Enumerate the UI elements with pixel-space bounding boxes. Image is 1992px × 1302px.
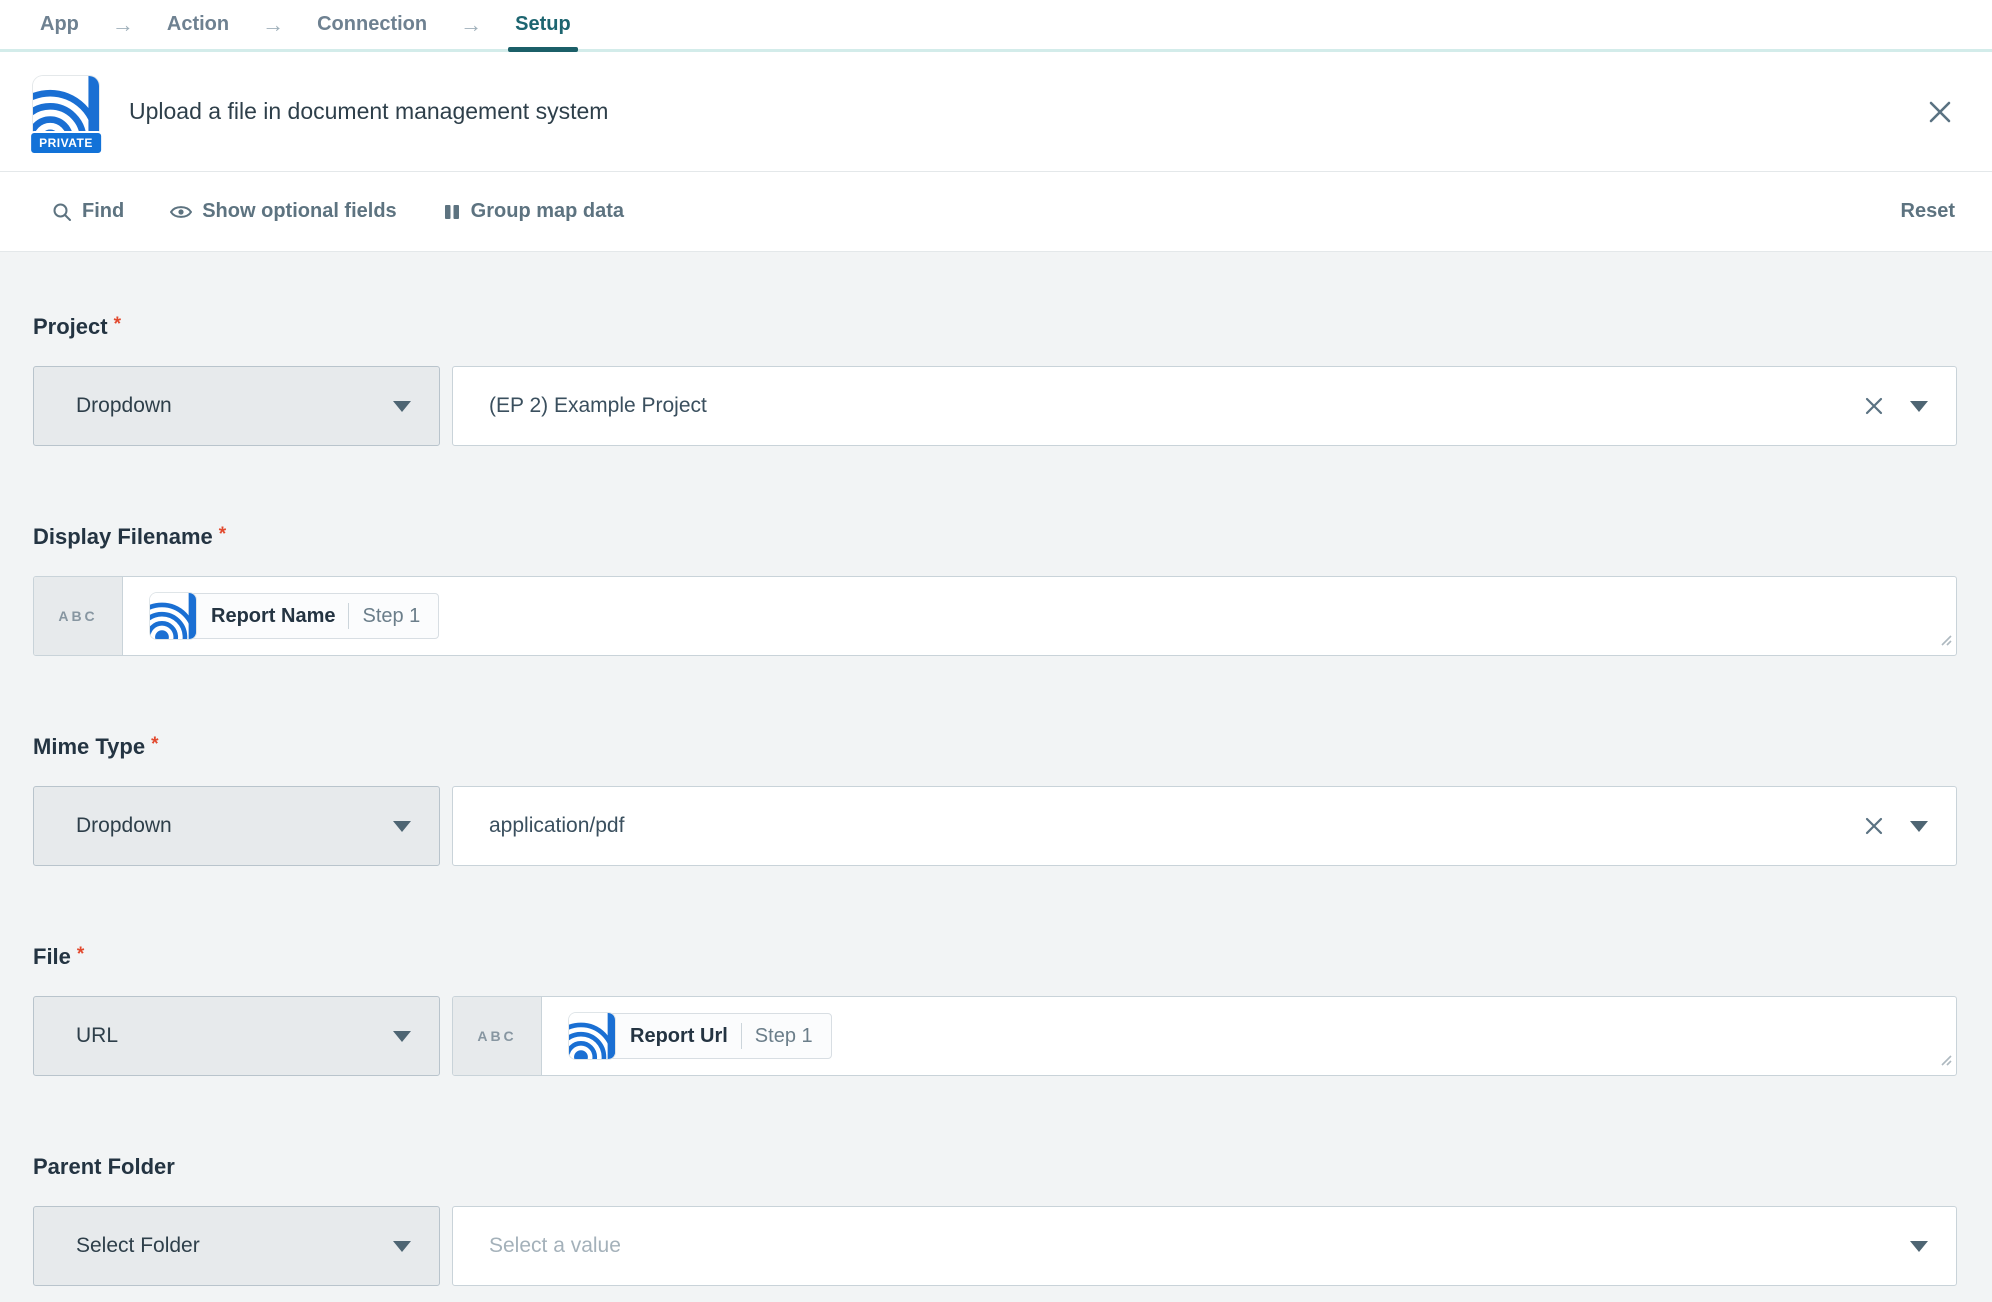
parent-folder-type-selector-value: Select Folder [76, 1234, 200, 1258]
chevron-down-icon [1910, 821, 1928, 832]
file-type-selector-value: URL [76, 1024, 118, 1048]
app-logo-icon [150, 593, 196, 639]
token-pill: Report Name Step 1 [186, 593, 439, 639]
clear-value-button[interactable] [1862, 814, 1886, 838]
app-logo: PRIVATE [33, 76, 99, 142]
mime-type-value-field[interactable] [452, 786, 1957, 866]
reset-button[interactable]: Reset [1901, 200, 1955, 223]
token-pill: Report Url Step 1 [605, 1013, 832, 1059]
breadcrumb-arrow-icon: → [262, 12, 284, 38]
project-type-selector-value: Dropdown [76, 394, 172, 418]
display-filename-label: Display Filename * [33, 524, 1957, 550]
display-filename-field[interactable]: ABC [33, 576, 1957, 656]
token-divider [741, 1023, 742, 1049]
file-content[interactable]: Report Url Step 1 [542, 997, 1956, 1075]
chevron-down-icon [393, 821, 411, 832]
action-header: PRIVATE Upload a file in document manage… [0, 52, 1992, 172]
required-asterisk: * [77, 944, 84, 965]
project-value-field[interactable] [452, 366, 1957, 446]
eye-icon [170, 204, 192, 220]
text-type-indicator: ABC [453, 997, 542, 1075]
show-optional-fields-button[interactable]: Show optional fields [170, 200, 396, 223]
token-field-name: Report Name [211, 605, 335, 628]
file-label: File * [33, 944, 1957, 970]
breadcrumb-setup-label: Setup [515, 13, 571, 36]
close-button[interactable] [1923, 95, 1957, 129]
token-field-name: Report Url [630, 1025, 728, 1048]
mime-type-type-selector[interactable]: Dropdown [33, 786, 440, 866]
resize-grip-icon [1938, 1052, 1952, 1066]
textarea-resize-handle[interactable] [1938, 1052, 1952, 1071]
mime-type-label: Mime Type * [33, 734, 1957, 760]
page-title: Upload a file in document management sys… [129, 98, 608, 125]
clear-value-button[interactable] [1862, 394, 1886, 418]
required-asterisk: * [151, 734, 158, 755]
group-map-data-label: Group map data [471, 200, 624, 223]
chevron-down-icon [393, 1031, 411, 1042]
chevron-down-icon [1910, 1241, 1928, 1252]
mime-type-label-text: Mime Type [33, 734, 145, 759]
breadcrumb-item-connection[interactable]: Connection [310, 0, 434, 49]
parent-folder-value-input[interactable] [453, 1207, 1910, 1285]
text-type-indicator: ABC [34, 577, 123, 655]
clear-x-icon [1863, 395, 1885, 417]
private-badge: PRIVATE [29, 131, 103, 155]
search-icon [52, 202, 72, 222]
app-logo-icon [569, 1013, 615, 1059]
mime-type-value-input[interactable] [453, 787, 1862, 865]
find-label: Find [82, 200, 124, 223]
field-toolbar: Find Show optional fields Group map data… [0, 172, 1992, 252]
columns-icon [443, 203, 461, 221]
parent-folder-label-text: Parent Folder [33, 1154, 175, 1179]
file-label-text: File [33, 944, 71, 969]
active-step-underline [508, 47, 578, 52]
token-divider [348, 603, 349, 629]
parent-folder-label: Parent Folder [33, 1154, 1957, 1180]
close-icon [1926, 98, 1954, 126]
project-type-selector[interactable]: Dropdown [33, 366, 440, 446]
mapped-field-token[interactable]: Report Name Step 1 [150, 593, 439, 639]
parent-folder-value-field[interactable] [452, 1206, 1957, 1286]
setup-form: Project * Dropdown Display Filename * [0, 252, 1992, 1286]
resize-grip-icon [1938, 632, 1952, 646]
field-group-file: File * URL ABC [33, 944, 1957, 1076]
show-optional-fields-label: Show optional fields [202, 200, 396, 223]
mime-type-type-selector-value: Dropdown [76, 814, 172, 838]
breadcrumb-arrow-icon: → [112, 12, 134, 38]
display-filename-content[interactable]: Report Name Step 1 [123, 577, 1956, 655]
project-label-text: Project [33, 314, 108, 339]
mapped-field-token[interactable]: Report Url Step 1 [569, 1013, 832, 1059]
project-value-input[interactable] [453, 367, 1862, 445]
required-asterisk: * [219, 524, 226, 545]
file-type-selector[interactable]: URL [33, 996, 440, 1076]
breadcrumb-item-app[interactable]: App [33, 0, 86, 49]
textarea-resize-handle[interactable] [1938, 632, 1952, 651]
breadcrumb-arrow-icon: → [460, 12, 482, 38]
chevron-down-icon [393, 401, 411, 412]
parent-folder-type-selector[interactable]: Select Folder [33, 1206, 440, 1286]
file-value-field[interactable]: ABC [452, 996, 1957, 1076]
token-step-label: Step 1 [755, 1025, 813, 1048]
breadcrumb-item-setup[interactable]: Setup [508, 0, 578, 49]
clear-x-icon [1863, 815, 1885, 837]
breadcrumb: App → Action → Connection → Setup [0, 0, 1992, 52]
find-button[interactable]: Find [52, 200, 124, 223]
group-map-data-button[interactable]: Group map data [443, 200, 624, 223]
field-group-project: Project * Dropdown [33, 314, 1957, 446]
required-asterisk: * [114, 314, 121, 335]
breadcrumb-item-action[interactable]: Action [160, 0, 236, 49]
chevron-down-icon [1910, 401, 1928, 412]
field-group-display-filename: Display Filename * ABC [33, 524, 1957, 656]
field-group-parent-folder: Parent Folder Select Folder [33, 1154, 1957, 1286]
chevron-down-icon [393, 1241, 411, 1252]
token-step-label: Step 1 [362, 605, 420, 628]
field-group-mime-type: Mime Type * Dropdown [33, 734, 1957, 866]
project-label: Project * [33, 314, 1957, 340]
display-filename-label-text: Display Filename [33, 524, 213, 549]
reset-label: Reset [1901, 200, 1955, 223]
